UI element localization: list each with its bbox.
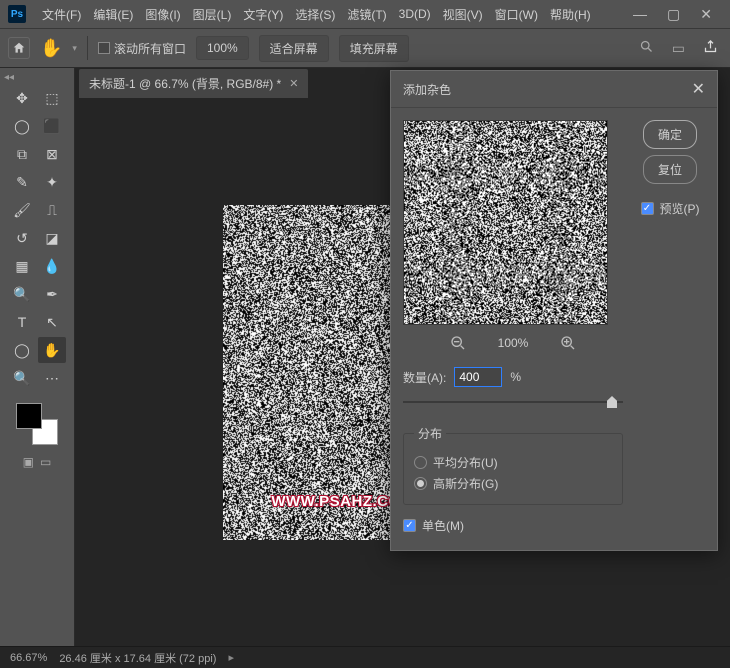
eyedropper-tool[interactable]: ✎ [8, 169, 36, 195]
reset-button[interactable]: 复位 [643, 155, 697, 184]
share-icon[interactable] [703, 39, 718, 57]
gaussian-radio[interactable]: 高斯分布(G) [414, 475, 612, 492]
uniform-radio[interactable]: 平均分布(U) [414, 454, 612, 471]
home-button[interactable] [8, 37, 30, 59]
status-dimensions: 26.46 厘米 x 17.64 厘米 (72 ppi) [59, 650, 216, 666]
menu-edit[interactable]: 编辑(E) [87, 6, 139, 23]
noise-preview[interactable] [403, 120, 608, 325]
marquee-tool[interactable]: ⬚ [38, 85, 66, 111]
window-maximize[interactable]: ▢ [657, 6, 690, 23]
ok-button[interactable]: 确定 [643, 120, 697, 149]
frame-tool[interactable]: ⊠ [38, 141, 66, 167]
zoom-out-icon[interactable] [448, 333, 468, 353]
menu-view[interactable]: 视图(V) [437, 6, 489, 23]
fit-screen-button[interactable]: 适合屏幕 [259, 35, 329, 62]
more-tools[interactable]: ⋯ [38, 365, 66, 391]
distribution-group: 分布 平均分布(U) 高斯分布(G) [403, 425, 623, 505]
radio-icon [414, 477, 427, 490]
noise-preview-image [404, 121, 607, 324]
zoom-in-icon[interactable] [558, 333, 578, 353]
blur-tool[interactable]: 💧 [38, 253, 66, 279]
gradient-tool[interactable]: ▦ [8, 253, 36, 279]
status-zoom: 66.67% [10, 652, 47, 664]
window-minimize[interactable]: — [623, 6, 657, 22]
menu-help[interactable]: 帮助(H) [544, 6, 597, 23]
home-icon [12, 41, 26, 55]
hand-tool[interactable]: ✋ [38, 337, 66, 363]
lasso-tool[interactable]: ◯ [8, 113, 36, 139]
menu-window[interactable]: 窗口(W) [489, 6, 544, 23]
separator [87, 36, 88, 60]
move-tool[interactable]: ✥ [8, 85, 36, 111]
quickmask-icon[interactable]: ▣ [23, 455, 34, 469]
workspace-icon[interactable]: ▭ [672, 40, 685, 57]
pen-tool[interactable]: ✒ [38, 281, 66, 307]
tab-close-icon[interactable]: ✕ [289, 77, 298, 90]
crop-tool[interactable]: ⧉ [8, 141, 36, 167]
dodge-tool[interactable]: 🔍 [8, 281, 36, 307]
status-caret-icon[interactable]: ▸ [228, 651, 234, 664]
toolbox: ◂◂ ✥ ⬚ ◯ ⬛ ⧉ ⊠ ✎ ✦ 🖌 ⎍ ↺ ◪ ▦ 💧 🔍 ✒ T ↖ ◯… [0, 68, 75, 646]
eraser-tool[interactable]: ◪ [38, 225, 66, 251]
menu-filter[interactable]: 滤镜(T) [341, 6, 392, 23]
zoom-tool[interactable]: 🔍 [8, 365, 36, 391]
checkbox-icon [641, 202, 654, 215]
collapse-icon[interactable]: ◂◂ [4, 72, 14, 83]
fg-color[interactable] [16, 403, 42, 429]
hand-tool-icon: ✋ [40, 38, 62, 59]
path-select-tool[interactable]: ↖ [38, 309, 66, 335]
color-swatch[interactable] [16, 403, 58, 445]
clone-tool[interactable]: ⎍ [38, 197, 66, 223]
amount-input[interactable] [454, 367, 502, 387]
window-close[interactable]: ✕ [690, 6, 722, 23]
healing-tool[interactable]: ✦ [38, 169, 66, 195]
document-tab[interactable]: 未标题-1 @ 66.7% (背景, RGB/8#) * ✕ [79, 69, 308, 98]
scroll-all-windows[interactable]: 滚动所有窗口 [98, 40, 186, 57]
checkbox-icon [403, 519, 416, 532]
dialog-close-icon[interactable]: ✕ [692, 79, 705, 99]
brush-tool[interactable]: 🖌 [8, 197, 36, 223]
dialog-title: 添加杂色 [403, 81, 451, 98]
monochrome-check[interactable]: 单色(M) [403, 517, 623, 534]
history-brush-tool[interactable]: ↺ [8, 225, 36, 251]
menu-select[interactable]: 选择(S) [289, 6, 341, 23]
quick-select-tool[interactable]: ⬛ [38, 113, 66, 139]
menu-file[interactable]: 文件(F) [36, 6, 87, 23]
menu-image[interactable]: 图像(I) [139, 6, 186, 23]
menu-layer[interactable]: 图层(L) [187, 6, 238, 23]
amount-unit: % [510, 370, 521, 384]
fill-screen-button[interactable]: 填充屏幕 [339, 35, 409, 62]
menu-type[interactable]: 文字(Y) [237, 6, 289, 23]
type-tool[interactable]: T [8, 309, 36, 335]
zoom-percent[interactable]: 100% [196, 36, 249, 60]
menu-3d[interactable]: 3D(D) [393, 7, 437, 21]
shape-tool[interactable]: ◯ [8, 337, 36, 363]
add-noise-dialog: 添加杂色 ✕ 100% 数量(A): % [390, 70, 718, 551]
amount-label: 数量(A): [403, 369, 446, 386]
checkbox-icon [98, 42, 110, 54]
search-icon[interactable] [639, 39, 654, 57]
slider-track [403, 401, 623, 403]
ps-logo: Ps [8, 5, 26, 23]
preview-check[interactable]: 预览(P) [641, 200, 700, 217]
slider-thumb[interactable] [607, 396, 617, 408]
radio-icon [414, 456, 427, 469]
distribution-legend: 分布 [414, 425, 446, 442]
amount-slider[interactable] [403, 393, 623, 411]
dropdown-caret-icon[interactable]: ▾ [72, 43, 77, 54]
tab-title: 未标题-1 @ 66.7% (背景, RGB/8#) * [89, 75, 281, 92]
preview-zoom: 100% [498, 336, 529, 350]
screenmode-icon[interactable]: ▭ [40, 455, 51, 469]
